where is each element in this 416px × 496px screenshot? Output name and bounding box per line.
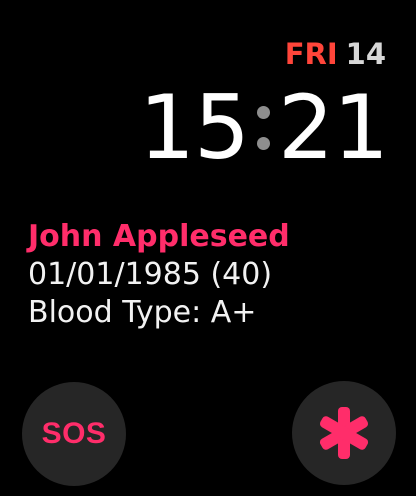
date-of-birth: 01/01/1985 (40) [28,257,273,292]
sos-label: SOS [41,417,107,450]
medical-id-button[interactable] [292,381,396,485]
sos-button[interactable]: SOS [22,382,126,486]
clock-hours: 15 [139,76,250,179]
clock: 15 21 [139,76,389,179]
owner-name: John Appleseed [28,219,290,254]
weekday-label: FRI [284,37,338,71]
day-number: 14 [345,37,386,71]
clock-separator [257,92,271,164]
separator-dot-bottom [257,137,271,150]
clock-minutes: 21 [278,76,389,179]
asterisk-icon [319,407,369,459]
medical-id-card: John Appleseed 01/01/1985 (40) Blood Typ… [28,218,290,332]
date-indicator: FRI 14 [285,40,386,69]
blood-type: Blood Type: A+ [28,295,257,330]
separator-dot-top [257,106,271,119]
